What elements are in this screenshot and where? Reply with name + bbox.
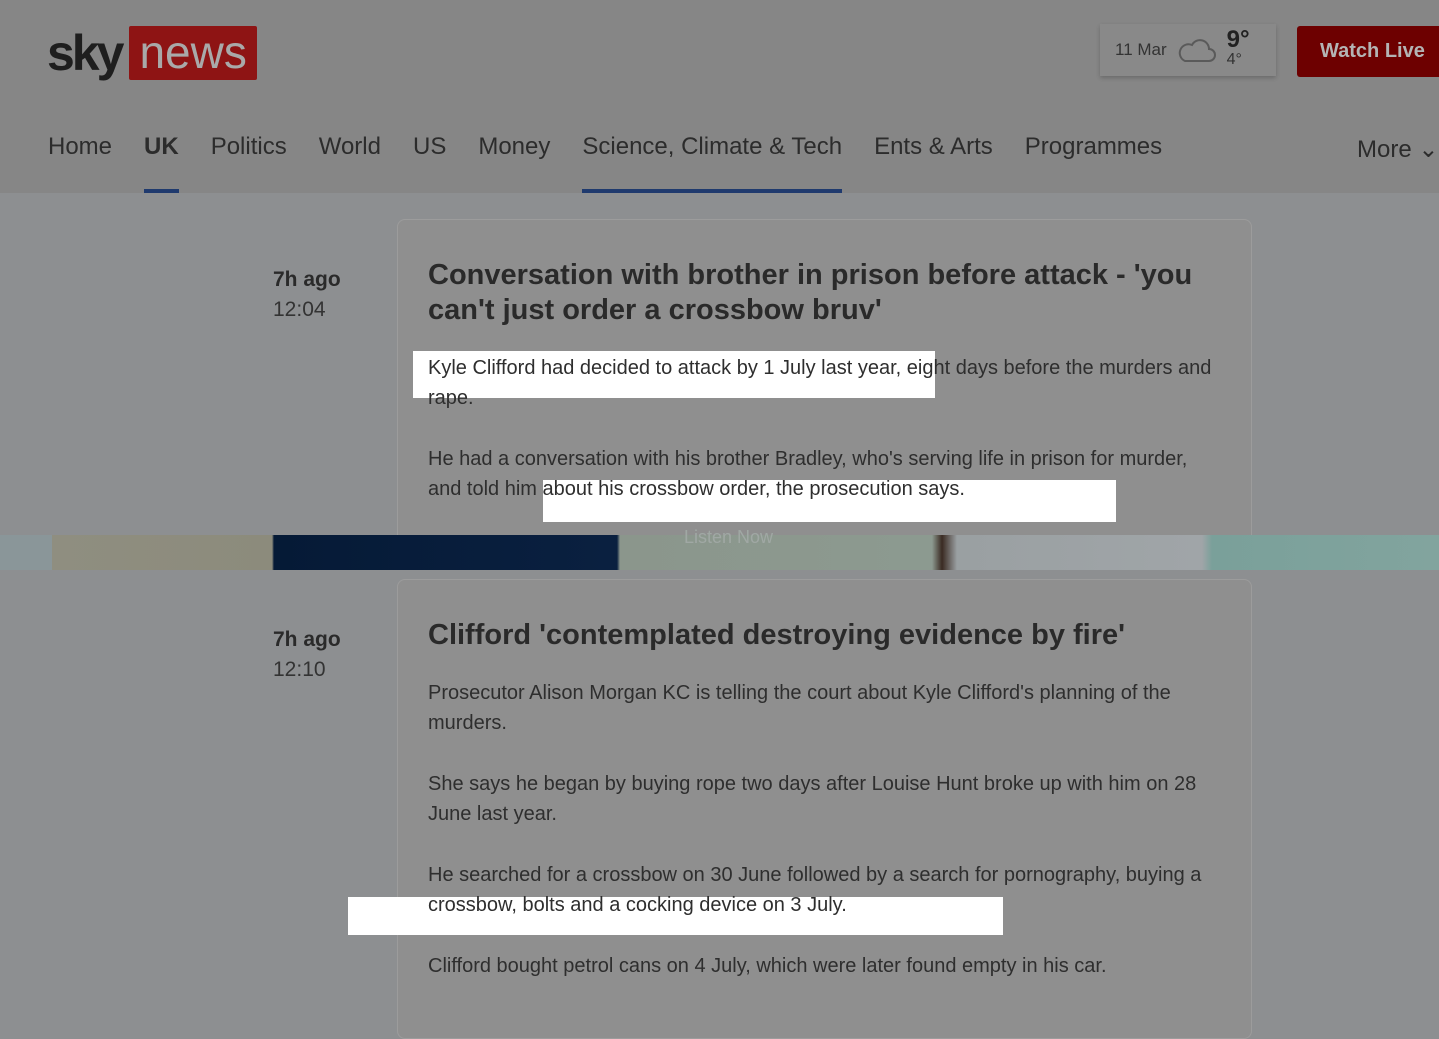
watch-live-button[interactable]: Watch Live [1297,26,1439,77]
nav-money[interactable]: Money [478,133,550,193]
entry-title: Clifford 'contemplated destroying eviden… [428,619,1126,651]
entry-paragraph: Prosecutor Alison Morgan KC is telling t… [428,682,1171,734]
temp-high: 9° [1226,26,1250,53]
entry-paragraph: He had a conversation with his brother B… [428,448,1188,500]
nav-more[interactable]: More ⌄ [1357,135,1438,164]
nav-programmes[interactable]: Programmes [1025,133,1162,193]
entry-title: Conversation with brother in prison befo… [428,259,1193,326]
entry-card: Clifford 'contemplated destroying eviden… [397,579,1252,1039]
nav-world[interactable]: World [319,133,381,193]
entry-paragraph: Clifford bought petrol cans on 4 July, w… [428,955,1107,977]
entry-paragraph: He searched for a crossbow on 30 June fo… [428,864,1202,916]
nav-ents-arts[interactable]: Ents & Arts [874,133,993,193]
main-nav: Home UK Politics World US Money Science,… [48,133,1162,193]
more-label: More [1357,136,1412,163]
entry-time: 12:04 [273,298,326,321]
nav-uk[interactable]: UK [144,133,179,193]
entry-paragraph: Kyle Clifford had decided to attack by 1… [428,357,1212,409]
entry-ago: 7h ago [273,628,341,651]
entry-paragraph: She says he began by buying rope two day… [428,773,1197,825]
weather-widget[interactable]: 11 Mar 9° 4° [1100,24,1276,76]
podcast-banner[interactable]: Listen Now [0,527,1439,570]
nav-science-climate-tech[interactable]: Science, Climate & Tech [582,133,842,193]
site-header: sky news 11 Mar 9° 4° Watch Live Home UK … [0,0,1439,193]
logo-news: news [129,26,257,80]
entry-card: Conversation with brother in prison befo… [397,219,1252,559]
entry-ago: 7h ago [273,268,341,291]
nav-home[interactable]: Home [48,133,112,193]
nav-us[interactable]: US [413,133,446,193]
sky-news-logo[interactable]: sky news [47,24,257,82]
chevron-down-icon: ⌄ [1418,136,1439,163]
entry-time: 12:10 [273,658,326,681]
listen-now-label: Listen Now [684,527,774,547]
nav-politics[interactable]: Politics [211,133,287,193]
temp-low: 4° [1226,51,1242,68]
logo-sky: sky [47,25,124,81]
weather-date: 11 Mar [1115,40,1167,59]
cloud-icon [1178,39,1216,62]
